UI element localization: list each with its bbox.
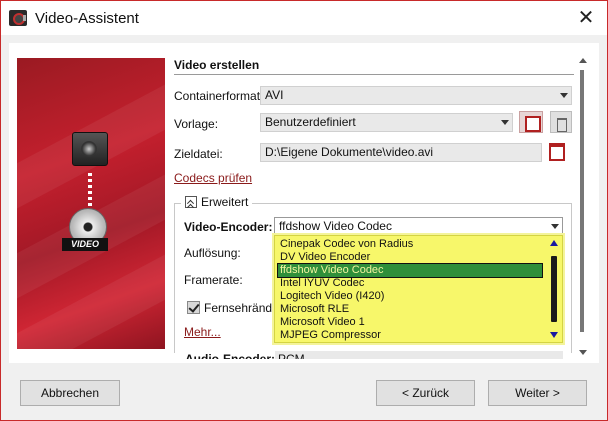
more-link[interactable]: Mehr... [184, 325, 221, 339]
encoder-option[interactable]: DV Video Encoder [278, 251, 542, 264]
encoder-option[interactable]: MJPEG Compressor [278, 329, 542, 342]
audio-encoder-select[interactable]: PCM [275, 351, 563, 359]
scroll-up-icon[interactable] [579, 58, 587, 63]
section-title: Video erstellen [174, 58, 260, 72]
scroll-down-icon[interactable] [550, 332, 558, 338]
close-button[interactable]: ✕ [575, 7, 597, 29]
window-title: Video-Assistent [35, 10, 139, 27]
encoder-option[interactable]: Cinepak Codec von Radius [278, 238, 542, 251]
folder-icon[interactable] [549, 143, 565, 161]
chevron-down-icon [501, 120, 509, 125]
encoder-option[interactable]: Logitech Video (I420) [278, 290, 542, 303]
section-divider [174, 74, 574, 75]
scroll-thumb[interactable] [551, 256, 557, 322]
tv-borders-checkbox[interactable] [187, 301, 200, 314]
main-scrollbar[interactable] [578, 58, 588, 355]
framerate-label: Framerate: [184, 273, 243, 287]
check-codecs-link[interactable]: Codecs prüfen [174, 171, 252, 185]
encoder-options: Cinepak Codec von Radius DV Video Encoder… [275, 236, 562, 342]
container-format-label: Containerformat: [174, 89, 264, 103]
scroll-down-icon[interactable] [579, 350, 587, 355]
chevron-down-icon [560, 93, 568, 98]
back-button[interactable]: < Zurück [376, 380, 475, 406]
encoder-dropdown-list[interactable]: Cinepak Codec von Radius DV Video Encoder… [274, 235, 563, 343]
video-encoder-label: Video-Encoder: [184, 220, 273, 234]
save-preset-button[interactable] [519, 111, 543, 133]
title-bar: Video-Assistent ✕ [1, 1, 607, 35]
video-badge: VIDEO [62, 238, 108, 251]
video-encoder-select[interactable]: ffdshow Video Codec [274, 217, 563, 236]
cancel-button[interactable]: Abbrechen [20, 380, 120, 406]
container-format-select[interactable]: AVI [260, 86, 572, 105]
tv-borders-label: Fernsehränder [204, 301, 283, 315]
advanced-toggle[interactable]: Erweitert [181, 195, 253, 209]
encoder-option[interactable]: Microsoft RLE [278, 303, 542, 316]
encoder-option[interactable]: ffdshow Video Codec [277, 263, 543, 278]
camera-icon [72, 132, 108, 166]
preset-label: Vorlage: [174, 117, 219, 131]
video-encoder-value: ffdshow Video Codec [279, 219, 392, 233]
scroll-thumb[interactable] [580, 70, 584, 332]
target-file-input[interactable]: D:\Eigene Dokumente\video.avi [260, 143, 542, 162]
dotted-connector [88, 173, 92, 207]
delete-preset-button[interactable] [550, 111, 572, 133]
scroll-up-icon[interactable] [550, 240, 558, 246]
resolution-label: Auflösung: [184, 246, 241, 260]
container-format-value: AVI [265, 88, 284, 102]
encoder-option[interactable]: Microsoft Video 1 [278, 316, 542, 329]
side-image: VIDEO [17, 58, 165, 349]
target-file-label: Zieldatei: [174, 147, 223, 161]
advanced-toggle-label: Erweitert [201, 195, 249, 209]
preset-select[interactable]: Benutzerdefiniert [260, 113, 513, 132]
preset-value: Benutzerdefiniert [265, 115, 356, 129]
app-camera-icon [9, 10, 27, 26]
chevron-down-icon [551, 224, 559, 229]
dialog-window: Video-Assistent ✕ VIDEO Video erstellen … [0, 0, 608, 421]
collapse-icon [185, 196, 197, 208]
next-button[interactable]: Weiter > [488, 380, 587, 406]
audio-encoder-label: Audio-Encoder: [185, 352, 275, 359]
dropdown-scrollbar[interactable] [548, 238, 560, 340]
encoder-option[interactable]: Intel IYUV Codec [278, 277, 542, 290]
